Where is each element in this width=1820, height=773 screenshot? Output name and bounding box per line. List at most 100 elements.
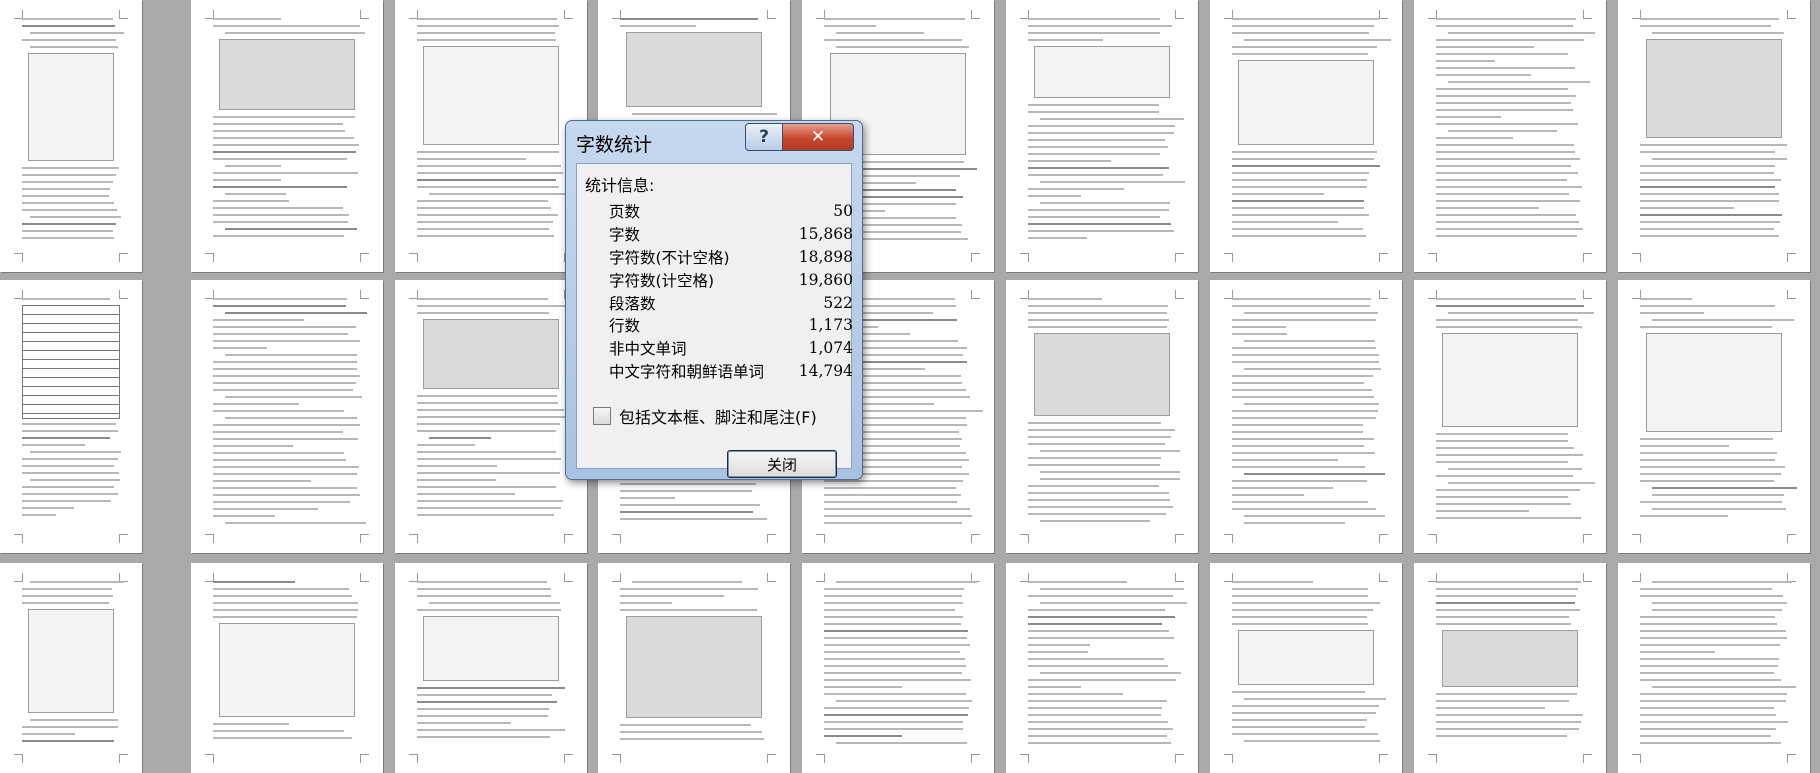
text-line [213,298,348,300]
page-thumbnail[interactable] [1414,0,1606,272]
text-line [22,588,112,590]
page-thumbnail[interactable] [1006,563,1198,773]
text-line [620,483,756,485]
text-line [22,500,111,502]
text-line [620,518,767,520]
page-thumbnail[interactable] [395,280,587,553]
include-textboxes-checkbox[interactable] [593,407,611,425]
text-line [224,354,357,356]
page-content [417,581,565,755]
page-thumbnail[interactable] [1210,280,1402,553]
text-line [1028,623,1162,625]
text-line [1640,721,1788,723]
text-line [213,200,289,202]
text-line [417,609,561,611]
page-thumbnail[interactable] [0,563,142,773]
text-line [620,588,758,590]
text-line [1232,480,1367,482]
text-line [1028,298,1103,300]
page-thumbnail[interactable] [0,0,142,272]
page-thumbnail[interactable] [1210,563,1402,773]
page-thumbnail[interactable] [191,280,383,553]
text-line [1028,209,1170,211]
page-thumbnail[interactable] [1618,563,1810,773]
crop-mark [1583,10,1592,19]
text-line [22,223,117,225]
text-line [417,715,549,717]
crop-mark [1787,10,1796,19]
page-content [1028,298,1181,535]
page-thumbnail[interactable] [1414,280,1606,553]
text-line [1640,644,1780,646]
text-line [620,609,757,611]
page-thumbnail[interactable] [1210,0,1402,272]
text-line [824,501,957,503]
text-line [1232,165,1380,167]
text-line [1640,207,1734,209]
crop-mark [360,10,369,19]
text-line [1028,436,1171,438]
page-thumbnail[interactable] [1006,0,1198,272]
text-line [1232,410,1378,412]
text-line [1640,235,1780,237]
text-line [1640,700,1786,702]
text-line [1436,433,1569,435]
page-thumbnail[interactable] [191,563,383,773]
help-button[interactable]: ? [745,123,783,151]
text-line [1436,728,1579,730]
text-line [824,39,962,41]
close-button[interactable]: 关闭 [727,450,837,478]
text-line [417,402,558,404]
text-line [620,724,751,726]
text-line [1243,473,1385,475]
page-thumbnail[interactable] [0,280,142,553]
text-line [1436,95,1577,97]
text-line [1232,452,1376,454]
text-line [1640,221,1780,223]
text-line [417,39,557,41]
crop-mark [409,754,418,763]
text-line [1436,588,1579,590]
text-line [1028,513,1166,515]
text-line [417,451,557,453]
page-thumbnail[interactable] [1414,563,1606,773]
page-thumbnail[interactable] [598,563,790,773]
text-line [1232,691,1365,693]
text-line [1232,733,1379,735]
page-thumbnail[interactable] [191,0,383,272]
text-line [22,740,115,742]
text-line [22,181,114,183]
text-line [1447,32,1596,34]
stat-row-chinese-korean: 中文字符和朝鲜语单词 14,794 [609,360,853,383]
page-thumbnail[interactable] [395,0,587,272]
include-textboxes-option[interactable]: 包括文本框、脚注和尾注(F) [593,404,817,428]
page-content [620,581,768,755]
crop-mark [971,10,980,19]
text-line [1232,326,1286,328]
stats-list: 页数 50 字数 15,868 字符数(不计空格) 18,898 字符数(计空格… [609,200,853,382]
crop-mark [767,534,776,543]
page-thumbnail[interactable] [1618,280,1810,553]
text-line [824,602,964,604]
page-thumbnail[interactable] [395,563,587,773]
text-line [213,18,281,20]
text-line [1651,686,1797,688]
text-line [417,158,527,160]
page-thumbnail[interactable] [1006,280,1198,553]
title-close-button[interactable]: ✕ [783,123,854,151]
page-content [22,298,122,535]
text-line [29,32,124,34]
text-line [1436,67,1575,69]
text-line [1232,705,1380,707]
text-line [1640,298,1692,300]
text-line [1232,25,1375,27]
page-thumbnail[interactable] [1618,0,1810,272]
text-line [417,312,550,314]
page-thumbnail[interactable] [802,563,994,773]
text-line [417,305,565,307]
text-line [1243,39,1391,41]
text-line [213,214,350,216]
text-line [22,237,114,239]
text-line [213,235,344,237]
text-line [1039,478,1181,480]
